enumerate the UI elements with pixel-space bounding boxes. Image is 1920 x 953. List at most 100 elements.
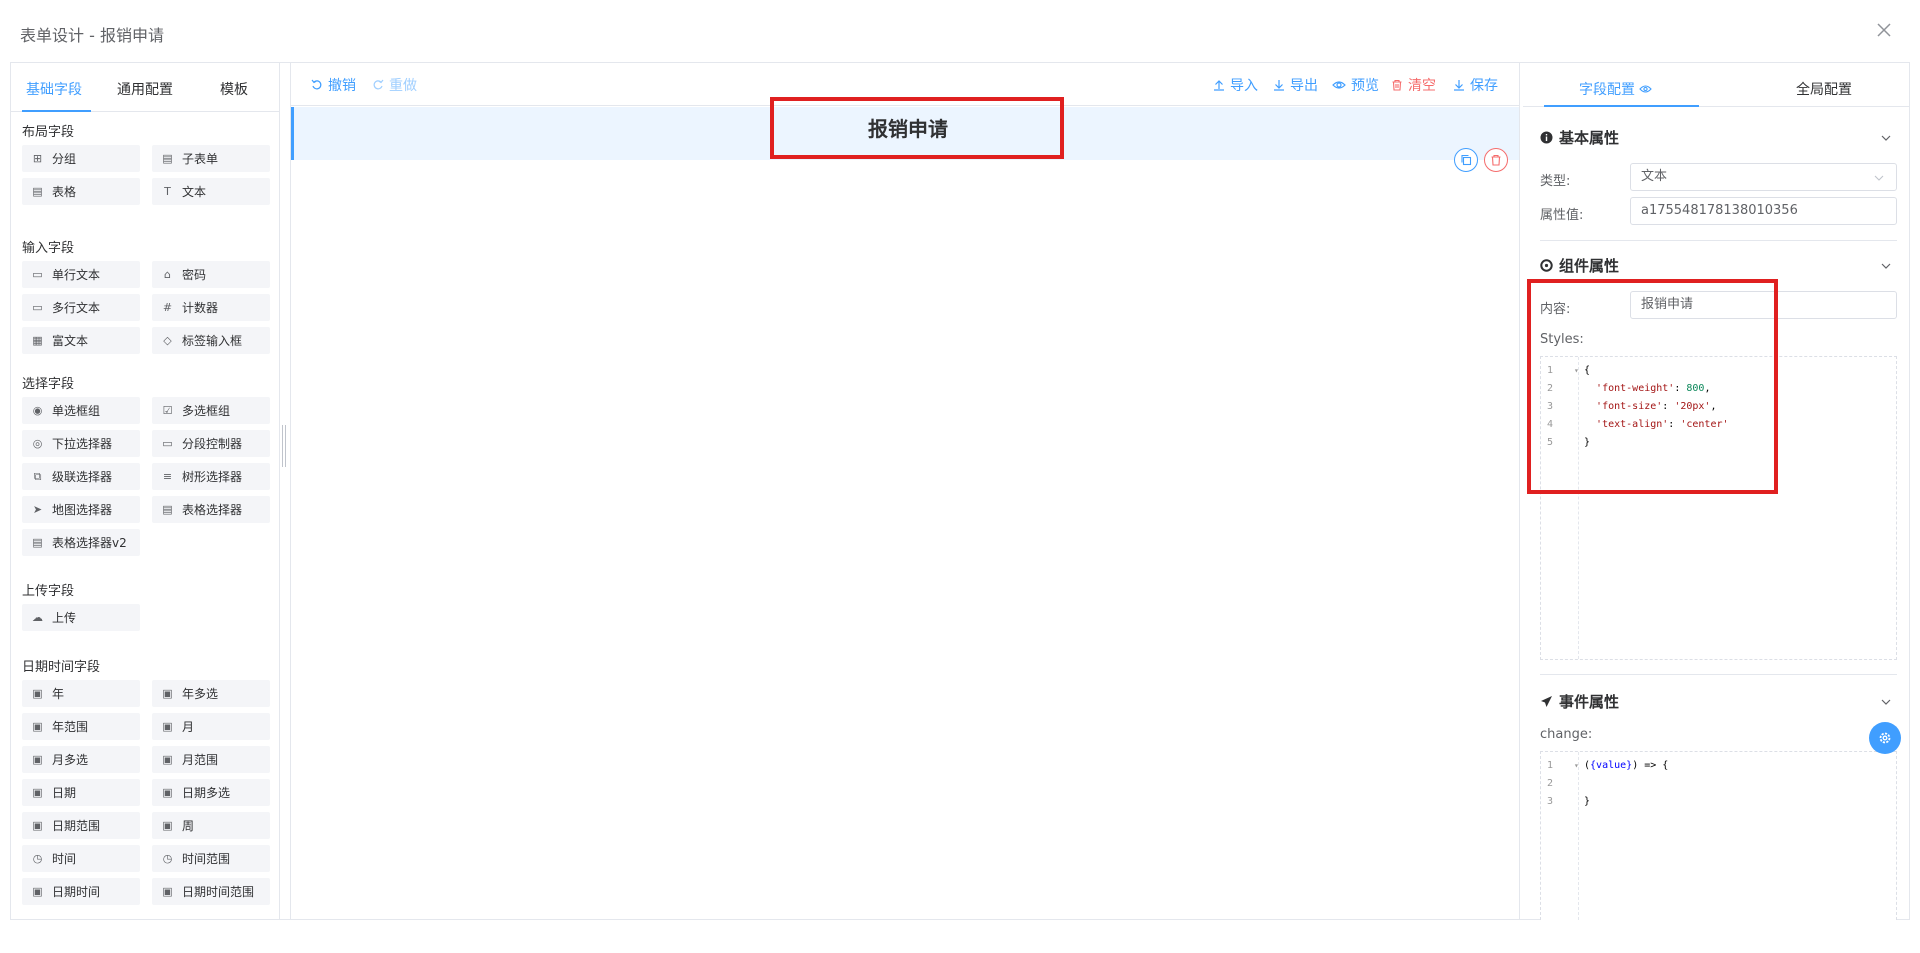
palette-item[interactable]: ▦ 富文本 [22,327,140,354]
textarea-icon: ▭ [32,301,43,314]
palette-item[interactable]: ▭ 多行文本 [22,294,140,321]
component-props-title: 组件属性 [1559,257,1620,275]
basic-props-title: 基本属性 [1559,129,1620,147]
palette-item[interactable]: ◷ 时间范围 [152,845,270,872]
tab-field-config[interactable]: 字段配置 [1579,79,1652,99]
event-code-editor[interactable]: 1 ▾ ({value}) => { 2 3 } [1540,751,1897,920]
chevron-down-icon [1874,175,1884,181]
fold-icon[interactable]: ▾ [1574,761,1579,770]
palette-item-label: 级联选择器 [52,470,113,484]
component-props-header[interactable]: 组件属性 [1540,255,1619,276]
palette-item-label: 单选框组 [52,404,101,418]
palette-group-title: 选择字段 [22,377,75,392]
settings-icon [1540,259,1553,272]
palette-item[interactable]: ▣ 日期时间范围 [152,878,270,905]
tab-templates[interactable]: 模板 [220,79,248,99]
chevron-down-icon[interactable] [1880,696,1892,708]
palette-item[interactable]: ◇ 标签输入框 [152,327,270,354]
change-label: change: [1540,727,1593,742]
dialog-header: 表单设计 - 报销申请 [0,0,1920,62]
palette-item[interactable]: ▤ 表格选择器 [152,496,270,523]
palette-item-label: 文本 [182,185,207,199]
palette-item[interactable]: ☁ 上传 [22,604,140,631]
palette-item[interactable]: ▤ 表格选择器v2 [22,529,140,556]
palette-item[interactable]: ▣ 月多选 [22,746,140,773]
palette-item-label: 年多选 [182,687,219,701]
clear-button[interactable]: 清空 [1391,75,1436,95]
palette-item[interactable]: ⌂ 密码 [152,261,270,288]
palette-item[interactable]: ⧉ 级联选择器 [22,463,140,490]
tab-basic-fields[interactable]: 基础字段 [26,79,82,99]
calendar-icon: ▣ [32,786,43,799]
palette-item[interactable]: ➤ 地图选择器 [22,496,140,523]
palette-item-label: 单行文本 [52,268,101,282]
palette-item[interactable]: ▣ 月 [152,713,270,740]
undo-button[interactable]: 撤销 [311,75,356,95]
palette-item-label: 地图选择器 [52,503,113,517]
palette-item-label: 下拉选择器 [52,437,113,451]
palette-item[interactable]: ▤ 表格 [22,178,140,205]
export-button[interactable]: 导出 [1273,75,1318,95]
lock-icon: ⌂ [164,268,171,281]
cascader-icon: ⧉ [33,470,42,483]
palette-item[interactable]: ◎ 下拉选择器 [22,430,140,457]
preview-label: 预览 [1351,78,1379,94]
palette-item-label: 日期多选 [182,786,231,800]
palette-item[interactable]: ≡ 树形选择器 [152,463,270,490]
close-icon[interactable] [1874,20,1894,40]
gear-icon [1879,732,1891,744]
import-button[interactable]: 导入 [1213,75,1258,95]
tab-common-config[interactable]: 通用配置 [117,79,173,99]
event-settings-button[interactable] [1869,722,1901,754]
calendar-icon: ▣ [32,720,43,733]
tab-global-config[interactable]: 全局配置 [1796,79,1852,99]
import-label: 导入 [1230,78,1258,94]
value-input[interactable]: a175548178138010356 [1630,197,1897,225]
palette-item[interactable]: T 文本 [152,178,270,205]
palette-item[interactable]: ▭ 分段控制器 [152,430,270,457]
event-props-header[interactable]: 事件属性 [1540,691,1619,712]
counter-icon: # [162,301,173,314]
palette-item[interactable]: ▣ 年多选 [152,680,270,707]
calendar-icon: ▣ [32,819,43,832]
save-button[interactable]: 保存 [1453,75,1498,95]
delete-field-button[interactable] [1484,148,1508,172]
palette-item[interactable]: ▣ 月范围 [152,746,270,773]
section-divider [1540,240,1897,241]
preview-button[interactable]: 预览 [1332,75,1379,95]
palette-item-label: 树形选择器 [182,470,243,484]
palette-item[interactable]: ▣ 年 [22,680,140,707]
calendar-icon: ▣ [32,885,43,898]
left-splitter-handle[interactable] [282,425,286,467]
select-icon: ◎ [32,437,43,450]
palette-item[interactable]: ☑ 多选框组 [152,397,270,424]
table-icon: ▤ [32,536,43,549]
palette-item[interactable]: ◷ 时间 [22,845,140,872]
basic-props-header[interactable]: 基本属性 [1540,127,1619,148]
line-number: 2 [1547,778,1554,789]
palette-item-label: 周 [182,819,195,833]
palette-item[interactable]: ▣ 日期多选 [152,779,270,806]
copy-field-button[interactable] [1454,148,1478,172]
chevron-down-icon[interactable] [1880,132,1892,144]
palette-item[interactable]: ▣ 年范围 [22,713,140,740]
palette-item-label: 多选框组 [182,404,231,418]
palette-item[interactable]: ⊞ 分组 [22,145,140,172]
palette-item[interactable]: ▣ 日期时间 [22,878,140,905]
palette-item-label: 年 [52,687,65,701]
palette-item[interactable]: ▣ 日期 [22,779,140,806]
palette-item[interactable]: ▣ 日期范围 [22,812,140,839]
type-select-value: 文本 [1641,169,1668,184]
palette-item-label: 日期时间 [52,885,101,899]
type-select[interactable]: 文本 [1630,163,1897,191]
chevron-down-icon[interactable] [1880,260,1892,272]
palette-item-label: 计数器 [182,301,219,315]
palette-item[interactable]: ▤ 子表单 [152,145,270,172]
redo-button[interactable]: 重做 [372,75,417,95]
palette-tabs: 基础字段 通用配置 模板 [10,62,279,112]
palette-item[interactable]: ▭ 单行文本 [22,261,140,288]
palette-item[interactable]: ▣ 周 [152,812,270,839]
palette-item[interactable]: # 计数器 [152,294,270,321]
download-icon [1454,80,1464,91]
palette-item[interactable]: ◉ 单选框组 [22,397,140,424]
